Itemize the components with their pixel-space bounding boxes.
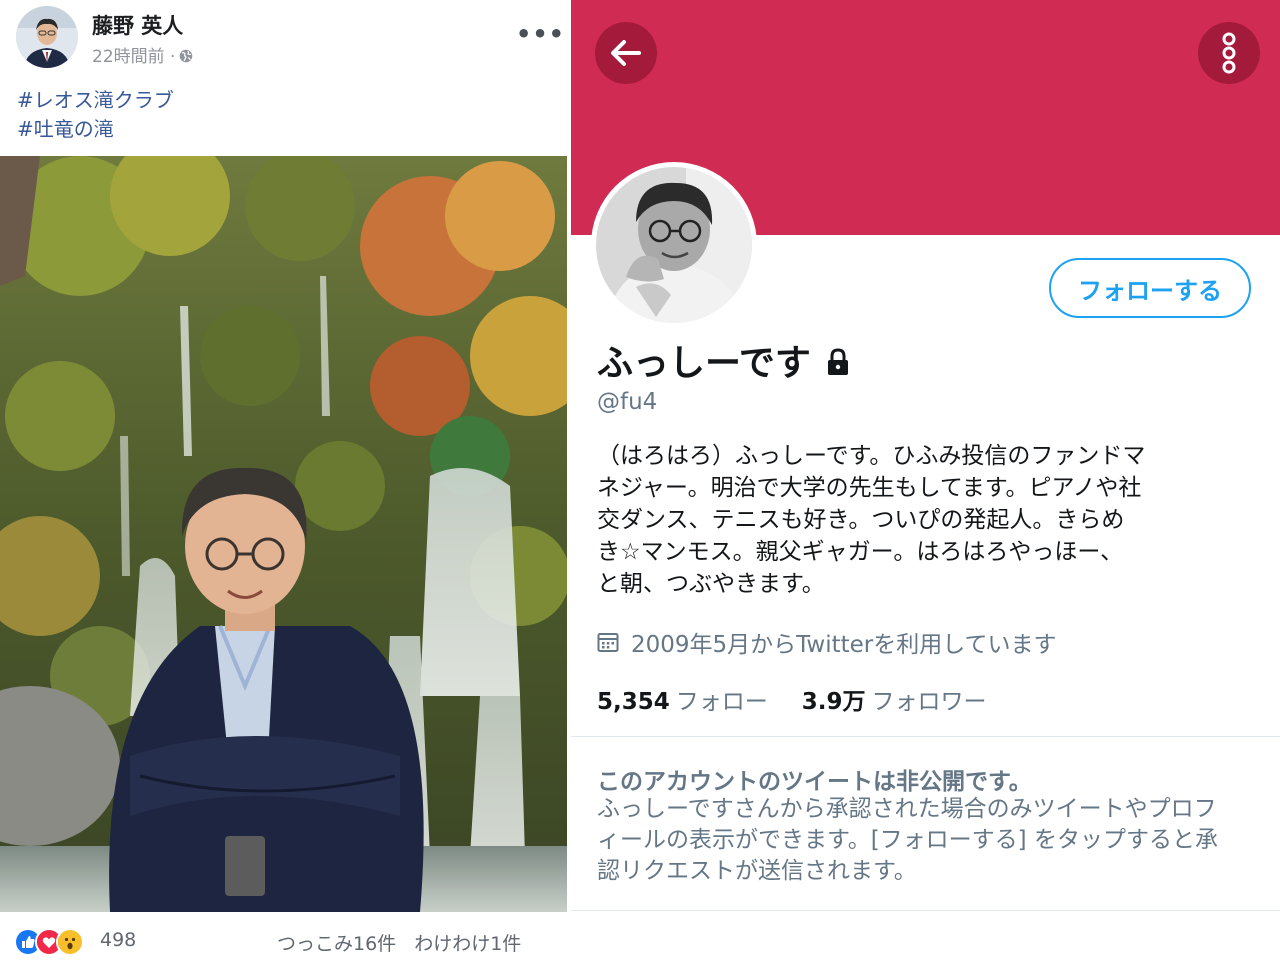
reaction-count[interactable]: 498 (100, 929, 136, 951)
followers-count: 3.9万 (801, 689, 866, 715)
bottom-divider (571, 910, 1280, 911)
display-name: ふっしーです (597, 343, 811, 384)
protected-notice-line: ふっしーですさんから承認された場合のみツイートやプロフ (597, 796, 1217, 822)
display-name-row: ふっしーです (597, 334, 853, 386)
post-footer: 498 つっこみ16件 わけわけ1件 (0, 912, 567, 966)
protected-notice-line: ィールの表示ができます。[フォローする] をタップすると承 (597, 827, 1218, 853)
engagement-links: つっこみ16件 わけわけ1件 (277, 929, 521, 956)
twitter-profile: フォローする ふっしーです @fu4 （はろはろ）ふっしーです。ひふみ投信のファ… (571, 0, 1280, 966)
arrow-left-icon (611, 40, 641, 66)
following-label: フォロー (675, 689, 768, 715)
author-name[interactable]: 藤野 英人 (92, 10, 183, 40)
following-stat[interactable]: 5,354 フォロー (597, 682, 768, 716)
followers-stat[interactable]: 3.9万 フォロワー (802, 682, 987, 716)
more-vertical-icon (1222, 32, 1236, 74)
post-hashtags: #レオス滝クラブ #吐竜の滝 (17, 86, 174, 144)
bio-line: 交ダンス、テニスも好き。ついぴの発起人。きらめ (597, 507, 1125, 533)
author-avatar[interactable] (16, 6, 78, 68)
profile-bio: （はろはろ）ふっしーです。ひふみ投信のファンドマ ネジャー。明治で大学の先生もし… (597, 440, 1217, 600)
user-handle: @fu4 (597, 389, 658, 415)
section-divider (571, 736, 1280, 737)
bio-line: き☆マンモス。親父ギャガー。はろはろやっほー、 (597, 539, 1124, 565)
facebook-post: 藤野 英人 22時間前 · ••• #レオス滝クラブ #吐竜の滝 498 つっこ… (0, 0, 567, 966)
back-button[interactable] (595, 22, 657, 84)
post-photo[interactable] (0, 156, 567, 912)
hashtag-link[interactable]: #レオス滝クラブ (17, 86, 174, 115)
post-meta: 22時間前 · (92, 42, 193, 67)
reaction-icons[interactable] (14, 928, 84, 956)
hashtag-link[interactable]: #吐竜の滝 (17, 115, 174, 144)
wow-icon (56, 928, 84, 956)
joined-date-row: 2009年5月からTwitterを利用しています (597, 625, 1057, 659)
calendar-icon (597, 631, 619, 653)
shares-link[interactable]: わけわけ1件 (414, 929, 521, 956)
overflow-menu-button[interactable] (1198, 22, 1260, 84)
followers-label: フォロワー (871, 689, 987, 715)
protected-notice-title: このアカウントのツイートは非公開です。 (597, 769, 1032, 795)
follow-button[interactable]: フォローする (1049, 258, 1251, 318)
following-count: 5,354 (597, 689, 670, 715)
more-options-button[interactable]: ••• (516, 22, 565, 46)
post-time[interactable]: 22時間前 · (92, 42, 175, 67)
bio-line: ネジャー。明治で大学の先生もしてます。ピアノや社 (597, 475, 1142, 501)
joined-date: 2009年5月からTwitterを利用しています (631, 632, 1057, 658)
follow-stats: 5,354 フォロー 3.9万 フォロワー (597, 682, 987, 716)
protected-notice-body: ふっしーですさんから承認された場合のみツイートやプロフ ィールの表示ができます。… (597, 794, 1247, 887)
protected-notice-line: 認リクエストが送信されます。 (597, 858, 917, 884)
comments-link[interactable]: つっこみ16件 (277, 929, 396, 956)
bio-line: と朝、つぶやきます。 (597, 571, 825, 597)
profile-avatar[interactable] (591, 162, 757, 328)
bio-line: （はろはろ）ふっしーです。ひふみ投信のファンドマ (597, 443, 1146, 469)
globe-icon (179, 48, 193, 62)
lock-icon (823, 345, 853, 375)
